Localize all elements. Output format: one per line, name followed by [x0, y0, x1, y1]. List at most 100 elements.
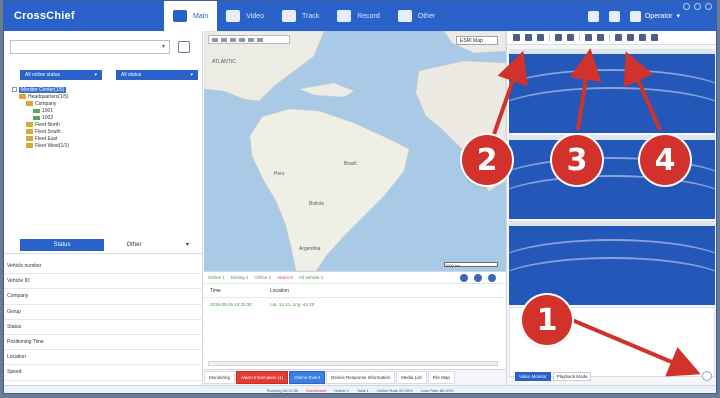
close-icon[interactable]: [705, 3, 712, 10]
screen-icon[interactable]: [537, 34, 544, 41]
callout-3: 3: [552, 135, 602, 185]
status-summary: Online 1 Driving 1 Offline 0 Alarm 0 All…: [204, 272, 506, 284]
tree-node[interactable]: 1002: [12, 114, 202, 121]
nav-record[interactable]: Record: [328, 1, 389, 31]
tab-playback-mode[interactable]: Playback Mode: [552, 372, 592, 381]
layer-icon[interactable]: [257, 37, 263, 42]
tree-node[interactable]: Company: [12, 100, 202, 107]
vehicle-icon: [33, 115, 40, 120]
record-icon[interactable]: [555, 34, 562, 41]
settings-icon[interactable]: [587, 10, 599, 22]
row-location: Lat -12.41, Lng -44.20: [270, 301, 315, 307]
tree-node[interactable]: Fleet West(1/1): [12, 142, 202, 149]
snapshot-icon[interactable]: [567, 34, 574, 41]
expand-icon[interactable]: [474, 273, 482, 282]
map-label: Peru: [274, 171, 285, 177]
tab-status[interactable]: Status: [20, 238, 104, 251]
nav-track[interactable]: Track: [273, 1, 328, 31]
map-canvas[interactable]: [204, 31, 506, 271]
minimize-icon[interactable]: [683, 3, 690, 10]
chevron-down-icon[interactable]: ▾: [162, 43, 165, 50]
volume-icon[interactable]: [513, 34, 520, 41]
video-channel-3[interactable]: [509, 221, 715, 305]
status-filter-dropdown[interactable]: All status ▾: [116, 70, 198, 80]
split-icon[interactable]: [627, 34, 634, 41]
all-vehicle-count[interactable]: All Vehicle 1: [299, 275, 324, 280]
tree-node[interactable]: 1001: [12, 107, 202, 114]
user-menu[interactable]: Operator ▾: [629, 10, 680, 22]
tree-node[interactable]: Fleet East: [12, 135, 202, 142]
info-row: Speed: [4, 365, 203, 381]
chevron-down-icon: ▾: [190, 72, 193, 78]
pan-icon[interactable]: [212, 37, 218, 42]
fullscreen-icon[interactable]: [639, 34, 646, 41]
tree-node[interactable]: Fleet North: [12, 121, 202, 128]
bottom-tab[interactable]: Media List: [396, 371, 427, 384]
vehicle-icon: [33, 108, 40, 113]
video-channel-header: [509, 135, 715, 140]
bottom-tab[interactable]: Online Event: [289, 371, 326, 384]
driving-count[interactable]: Driving 1: [231, 275, 249, 280]
nav-other[interactable]: Other: [389, 1, 445, 31]
layout-icon[interactable]: [608, 10, 620, 22]
nav-record-label: Record: [357, 12, 380, 20]
tree-node[interactable]: Headquarters(1/5): [12, 93, 202, 100]
tree-node[interactable]: Fleet South: [12, 128, 202, 135]
folder-icon: [26, 129, 33, 134]
measure-icon[interactable]: [239, 37, 245, 42]
video-toolbar: [507, 31, 716, 45]
nav-main[interactable]: Main: [164, 1, 218, 31]
horizontal-scrollbar[interactable]: [208, 361, 498, 366]
row-time: 2019-09-25 10:25:30: [210, 301, 252, 307]
tree-node-label: 1001: [42, 107, 54, 114]
nav-other-label: Other: [417, 12, 436, 20]
window-controls: [683, 3, 712, 10]
zoom-in-icon[interactable]: [221, 37, 227, 42]
nav-video[interactable]: Video: [217, 1, 273, 31]
map-layer-dropdown[interactable]: ESRI Map: [456, 36, 498, 45]
maximize-icon[interactable]: [694, 3, 701, 10]
layout-icon[interactable]: [615, 34, 622, 41]
bottom-tab[interactable]: Device Response Information: [326, 371, 396, 384]
info-row: Vehicle number: [4, 259, 203, 275]
map-scale: 1000 km: [444, 262, 498, 268]
map-view[interactable]: ESRI Map ATLANTIC Brazil Peru Bolivia Ar…: [204, 31, 506, 271]
vehicle-search-input[interactable]: ▾: [10, 40, 170, 54]
chevron-down-icon[interactable]: ▾: [186, 241, 189, 248]
top-right-tools: Operator ▾: [587, 10, 716, 22]
online-filter-dropdown[interactable]: All online status ▾: [20, 70, 102, 80]
col-location[interactable]: Location: [264, 288, 289, 294]
col-time[interactable]: Time: [204, 288, 264, 294]
tab-other[interactable]: Other: [104, 242, 164, 248]
tree-node-label: Fleet West(1/1): [35, 142, 70, 149]
search-button[interactable]: [178, 41, 190, 53]
info-row: Location: [4, 350, 203, 366]
stream-icon[interactable]: [597, 34, 604, 41]
tree-node[interactable]: Monitor Center(1/5): [12, 86, 202, 93]
online-count[interactable]: Online 1: [208, 275, 225, 280]
user-icon: [629, 10, 641, 22]
fullscreen-icon[interactable]: [248, 37, 254, 42]
zoom-out-icon[interactable]: [230, 37, 236, 42]
map-icon: [173, 10, 187, 22]
video-channel-1[interactable]: [509, 49, 715, 133]
bottom-tab[interactable]: Alarm Information (1): [236, 371, 289, 384]
tree-node-label: Fleet East: [35, 135, 58, 142]
map-toolbar: [208, 35, 290, 44]
status-filter-label: All status: [121, 72, 142, 78]
alarm-count[interactable]: Alarm 0: [277, 275, 293, 280]
minus-icon[interactable]: [525, 34, 532, 41]
quality-icon[interactable]: [585, 34, 592, 41]
bottom-tab[interactable]: File Map: [427, 371, 455, 384]
collapse-arrow-icon[interactable]: [702, 371, 712, 381]
lock-icon[interactable]: [488, 273, 496, 282]
map-label: Bolivia: [309, 201, 324, 207]
settings-icon[interactable]: [460, 273, 468, 282]
offline-count[interactable]: Offline 0: [255, 275, 272, 280]
tree-node-label: Monitor Center(1/5): [19, 86, 67, 93]
close-all-icon[interactable]: [651, 34, 658, 41]
table-row[interactable]: 2019-09-25 10:25:30 Lat -12.41, Lng -44.…: [204, 298, 506, 310]
bottom-tab[interactable]: Monitoring: [204, 371, 236, 384]
tab-video-monitor[interactable]: Video Monitor: [515, 372, 551, 381]
chevron-down-icon: ▾: [676, 13, 680, 20]
